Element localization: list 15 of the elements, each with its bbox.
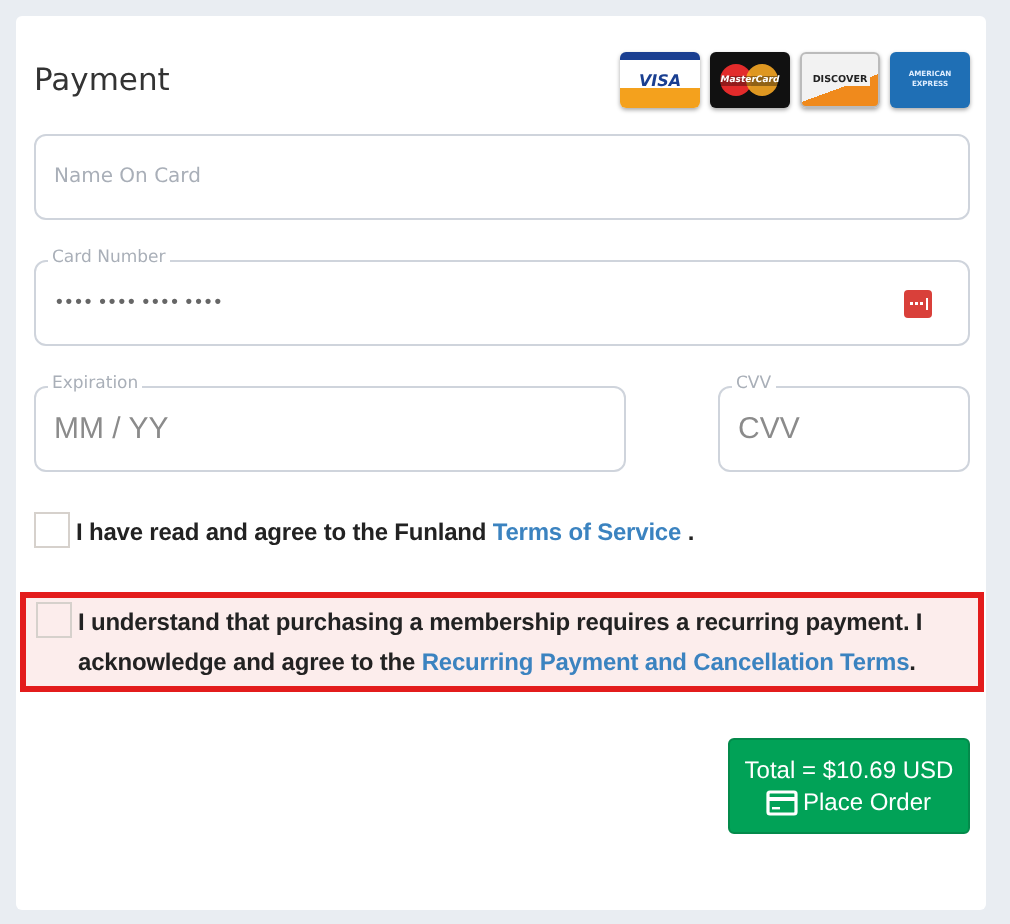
- card-icon: [766, 789, 799, 815]
- card-logo: VISA: [620, 52, 700, 108]
- agreement-text: I understand that purchasing a membership requires a recurring payment. I acknowledge and agree to the Recurring Payment and Cancellation Terms.: [78, 606, 925, 680]
- terms-link[interactable]: Recurring Payment and Cancellation Terms: [421, 648, 910, 676]
- name-field[interactable]: Name On Card: [34, 134, 970, 220]
- cvv-field[interactable]: CVV: [718, 386, 970, 472]
- agreement-checkbox[interactable]: [34, 512, 70, 548]
- payment-title: Payment: [34, 62, 170, 98]
- card-icon: [904, 289, 932, 317]
- card-number-field[interactable]: •••• •••• •••• ••••: [34, 260, 970, 346]
- terms-link[interactable]: Terms of Service: [492, 518, 682, 546]
- place-order-button[interactable]: Total = $10.69 USD Place Order: [728, 738, 970, 834]
- field-label: Expiration: [48, 374, 143, 396]
- agreement-checkbox[interactable]: [36, 602, 72, 638]
- agreement-text: I have read and agree to the Funland Terms of Service .: [76, 516, 695, 550]
